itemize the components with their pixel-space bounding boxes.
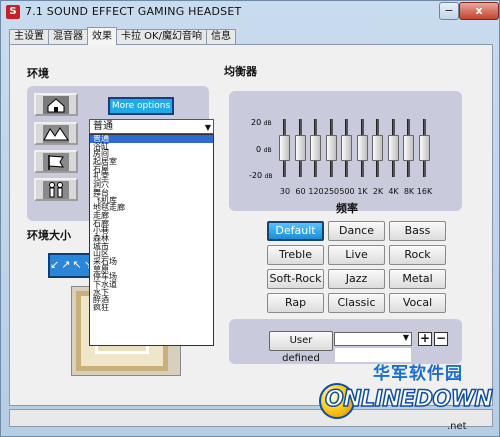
- remove-preset-button[interactable]: −: [434, 332, 448, 346]
- close-button[interactable]: x: [459, 2, 499, 20]
- env-flag-button[interactable]: [34, 150, 78, 173]
- preset-button[interactable]: Bass: [389, 221, 446, 241]
- chevron-down-icon: ▼: [402, 333, 409, 342]
- eq-slider-knob[interactable]: [325, 135, 337, 161]
- watermark-cn-text: 华军软件园: [373, 364, 463, 384]
- sea-icon: [43, 124, 69, 143]
- preset-button[interactable]: Metal: [389, 269, 446, 289]
- env-house-button[interactable]: [34, 93, 78, 116]
- eq-slider-knob[interactable]: [279, 135, 290, 161]
- env-sea-button[interactable]: [34, 122, 78, 145]
- environment-dropdown-list[interactable]: 普通 浴缸 房间 起居室 石屋 礼堂 洞穴 舞台 飞机库 地毯走廊 走廊 石廊 小巷 森林 城市 山区 采石场草…: [89, 134, 214, 346]
- watermark-logo: 华军软件园 ONLINEDOWN .net: [319, 359, 497, 434]
- eq-slider-knob[interactable]: [418, 135, 430, 161]
- eq-slider-knob[interactable]: [294, 135, 306, 161]
- preset-button[interactable]: Rap: [267, 293, 324, 313]
- eq-slider-knob[interactable]: [403, 135, 414, 161]
- house-icon: [43, 95, 69, 114]
- eq-slider-knob[interactable]: [387, 135, 399, 161]
- environment-title: 环境: [27, 67, 49, 80]
- tab-effects[interactable]: 效果: [87, 27, 117, 45]
- db-top-label: 20 dB: [251, 118, 272, 127]
- tab-karaoke[interactable]: 卡拉 OK/魔幻音响: [116, 29, 207, 45]
- window-title: 7.1 SOUND EFFECT GAMING HEADSET: [25, 5, 242, 18]
- preset-button[interactable]: Jazz: [328, 269, 385, 289]
- env-people-button[interactable]: [34, 178, 78, 201]
- tab-mixer[interactable]: 混音器: [48, 29, 88, 45]
- preset-button[interactable]: Soft-Rock: [267, 269, 324, 289]
- app-window: S 7.1 SOUND EFFECT GAMING HEADSET − x 主设…: [0, 0, 500, 437]
- user-defined-button[interactable]: User defined: [269, 331, 333, 364]
- minimize-button[interactable]: −: [439, 2, 459, 20]
- eq-slider-knob[interactable]: [310, 135, 321, 161]
- environment-select[interactable]: 普通 ▼: [89, 119, 214, 134]
- eq-band-label: 16K: [416, 187, 433, 196]
- environment-option[interactable]: 疯狂: [90, 304, 213, 312]
- title-bar: S 7.1 SOUND EFFECT GAMING HEADSET − x: [1, 1, 499, 23]
- tab-bar: 主设置 混音器 效果 卡拉 OK/魔幻音响 信息: [9, 27, 236, 45]
- environment-size-title: 环境大小: [27, 229, 71, 242]
- preset-button[interactable]: Vocal: [389, 293, 446, 313]
- eq-slider-knob[interactable]: [372, 135, 383, 161]
- more-options-button[interactable]: More options: [108, 97, 174, 115]
- eq-slider-knob[interactable]: [356, 135, 368, 161]
- preset-button[interactable]: Treble: [267, 245, 324, 265]
- add-preset-button[interactable]: +: [418, 332, 432, 346]
- tab-main-settings[interactable]: 主设置: [9, 29, 49, 45]
- people-icon: [43, 180, 69, 199]
- preset-button[interactable]: Default: [267, 221, 324, 241]
- tab-info[interactable]: 信息: [205, 29, 236, 45]
- watermark-en-text: ONLINEDOWN: [324, 386, 493, 413]
- expand-size-button[interactable]: ↙↗↖↘: [48, 253, 93, 278]
- watermark-net-text: .net: [447, 421, 467, 432]
- chevron-down-icon: ▼: [204, 123, 211, 132]
- flag-icon: [43, 152, 69, 171]
- user-preset-select[interactable]: ▼: [334, 332, 412, 346]
- environment-select-value: 普通: [93, 121, 113, 132]
- preset-button[interactable]: Dance: [328, 221, 385, 241]
- eq-slider-knob[interactable]: [341, 135, 352, 161]
- db-bottom-label: -20 dB: [249, 171, 273, 180]
- db-mid-label: 0 dB: [256, 145, 272, 154]
- preset-button[interactable]: Rock: [389, 245, 446, 265]
- frequency-title: 频率: [336, 202, 358, 215]
- equalizer-title: 均衡器: [224, 65, 257, 78]
- preset-button[interactable]: Classic: [328, 293, 385, 313]
- preset-button[interactable]: Live: [328, 245, 385, 265]
- app-logo-icon: S: [6, 5, 20, 19]
